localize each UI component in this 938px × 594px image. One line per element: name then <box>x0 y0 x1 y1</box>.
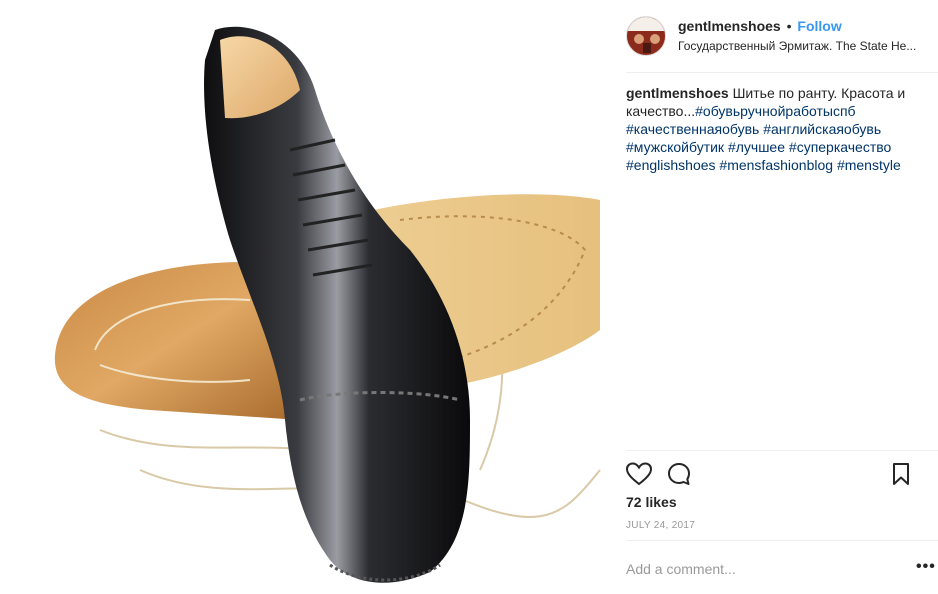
hashtag-link[interactable]: #мужскойбутик <box>626 139 724 155</box>
username-link[interactable]: gentlmenshoes <box>678 18 781 34</box>
shoe-photo <box>54 26 601 583</box>
hashtag-link[interactable]: #menstyle <box>837 157 901 173</box>
hashtag-link[interactable]: #englishshoes <box>626 157 716 173</box>
comment-icon[interactable] <box>667 462 691 491</box>
separator-dot: • <box>786 18 792 34</box>
follow-button[interactable]: Follow <box>797 18 841 34</box>
actions-divider <box>626 450 938 451</box>
comment-input[interactable] <box>626 558 886 580</box>
post-image[interactable] <box>0 0 607 594</box>
location-link[interactable]: Государственный Эрмитаж. The State He... <box>678 39 918 53</box>
avatar-image <box>627 17 665 55</box>
hashtag-link[interactable]: #обувьручнойработыспб <box>695 103 855 119</box>
action-bar <box>625 460 921 491</box>
caption-username[interactable]: gentlmenshoes <box>626 85 729 101</box>
hashtag-link[interactable]: #лучшее <box>728 139 785 155</box>
post-date: JULY 24, 2017 <box>626 520 696 531</box>
post-header: gentlmenshoes • Follow Государственный Э… <box>626 10 921 72</box>
like-count[interactable]: 72 likes <box>626 494 677 510</box>
avatar[interactable] <box>626 16 666 56</box>
header-title-line: gentlmenshoes • Follow <box>678 18 842 34</box>
hashtag-link[interactable]: #английскаяобувь <box>763 121 881 137</box>
comment-divider <box>626 540 938 541</box>
hashtag-link[interactable]: #mensfashionblog <box>719 157 833 173</box>
bookmark-icon[interactable] <box>892 462 910 491</box>
heart-icon[interactable] <box>625 462 653 491</box>
hashtag-link[interactable]: #качественнаяобувь <box>626 121 759 137</box>
header-divider <box>626 72 938 73</box>
more-options-icon[interactable]: ••• <box>916 559 936 575</box>
post-caption: gentlmenshoes Шитье по ранту. Красота и … <box>626 84 916 174</box>
hashtag-link[interactable]: #суперкачество <box>789 139 891 155</box>
post-sidebar: gentlmenshoes • Follow Государственный Э… <box>607 0 938 594</box>
